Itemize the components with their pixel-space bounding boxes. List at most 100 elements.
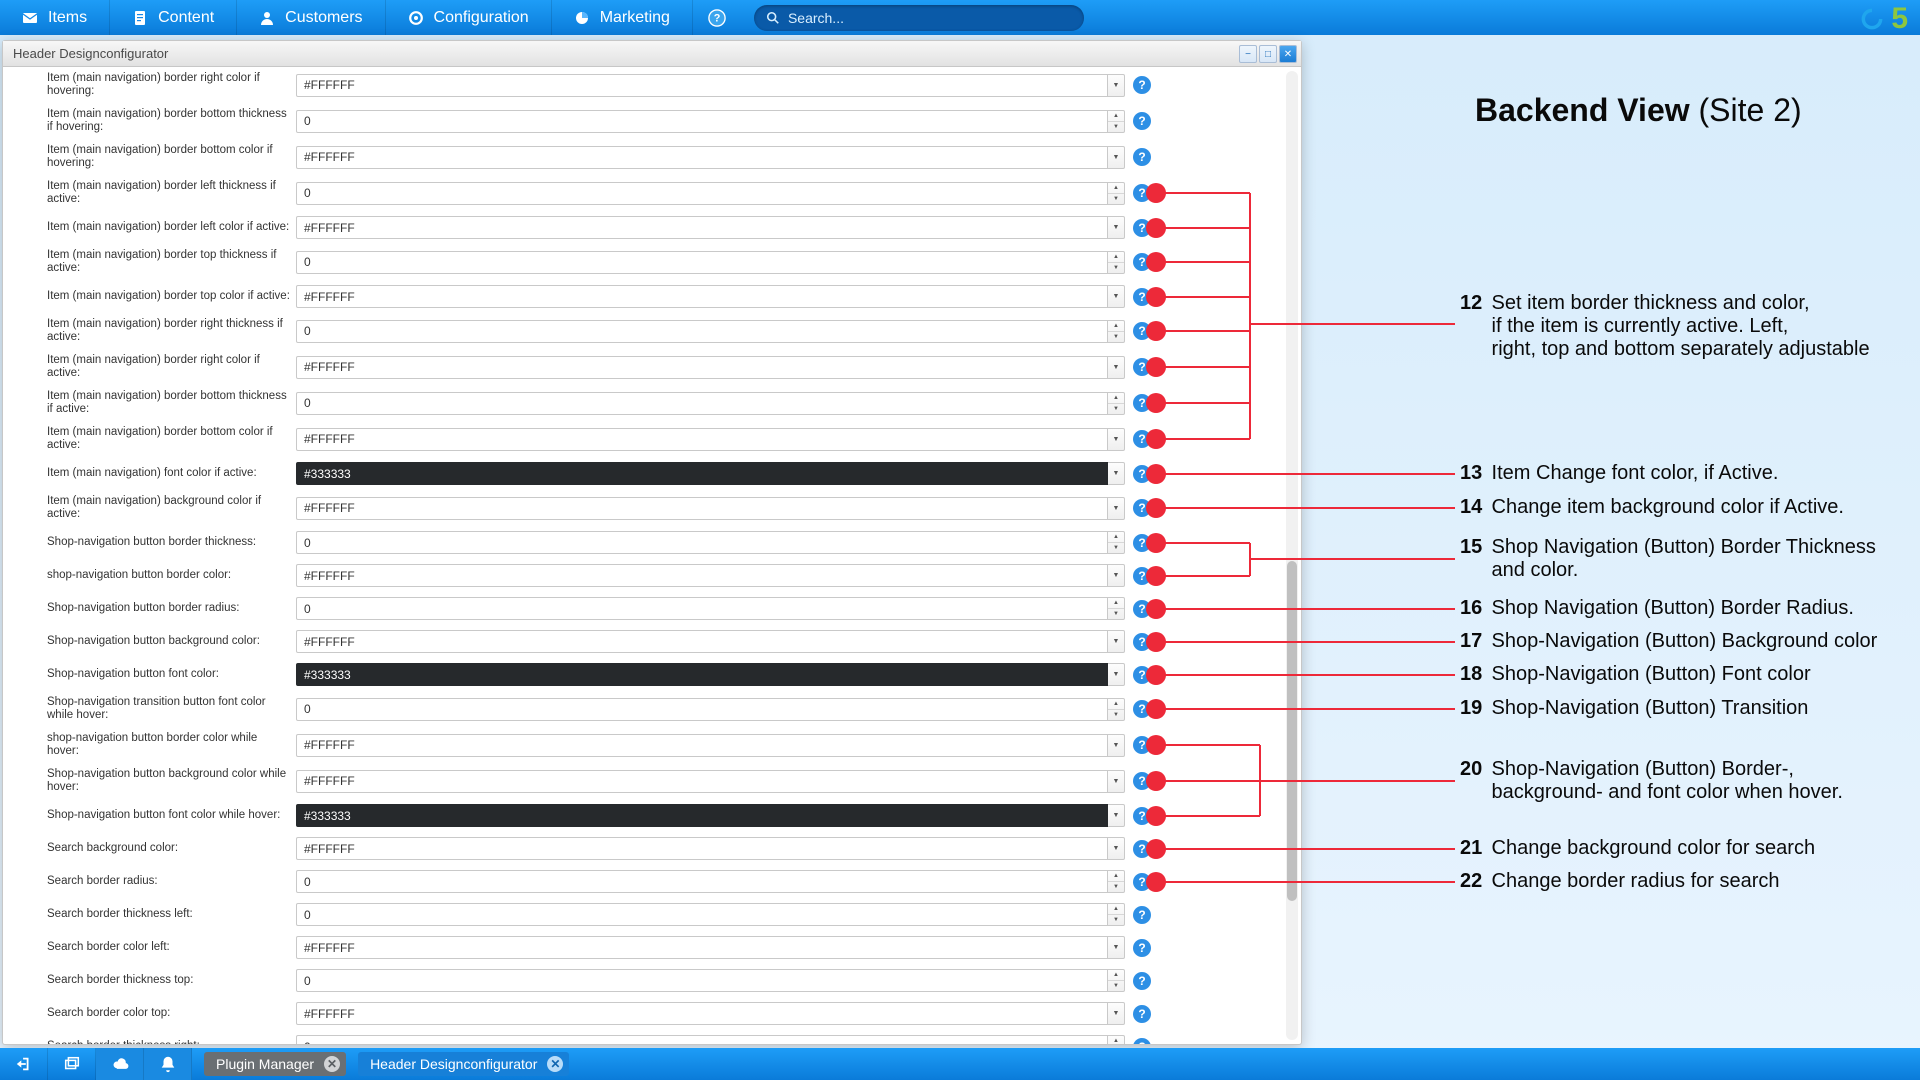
field-help-button[interactable]: ?	[1133, 700, 1151, 718]
color-dropdown-trigger[interactable]: ▼	[1108, 216, 1125, 239]
form-scrollbar[interactable]	[1286, 71, 1298, 1040]
number-input[interactable]	[296, 870, 1108, 893]
number-spinner[interactable]: ▲▼	[1108, 110, 1125, 133]
number-input[interactable]	[296, 1035, 1108, 1044]
number-spinner[interactable]: ▲▼	[1108, 182, 1125, 205]
field-help-button[interactable]: ?	[1133, 906, 1151, 924]
color-dropdown-trigger[interactable]: ▼	[1108, 564, 1125, 587]
number-spinner[interactable]: ▲▼	[1108, 392, 1125, 415]
field-help-button[interactable]: ?	[1133, 972, 1151, 990]
color-input[interactable]	[296, 663, 1108, 686]
color-input[interactable]	[296, 146, 1108, 169]
color-input[interactable]	[296, 497, 1108, 520]
color-dropdown-trigger[interactable]: ▼	[1108, 356, 1125, 379]
color-dropdown-trigger[interactable]: ▼	[1108, 428, 1125, 451]
number-input[interactable]	[296, 698, 1108, 721]
taskbar-bell[interactable]	[144, 1048, 192, 1080]
number-input[interactable]	[296, 392, 1108, 415]
number-spinner[interactable]: ▲▼	[1108, 698, 1125, 721]
color-input[interactable]	[296, 564, 1108, 587]
color-input[interactable]	[296, 770, 1108, 793]
number-input[interactable]	[296, 320, 1108, 343]
number-spinner[interactable]: ▲▼	[1108, 251, 1125, 274]
field-help-button[interactable]: ?	[1133, 633, 1151, 651]
color-dropdown-trigger[interactable]: ▼	[1108, 1002, 1125, 1025]
field-help-button[interactable]: ?	[1133, 873, 1151, 891]
color-dropdown-trigger[interactable]: ▼	[1108, 804, 1125, 827]
close-icon[interactable]: ✕	[324, 1056, 340, 1072]
field-help-button[interactable]: ?	[1133, 465, 1151, 483]
color-input[interactable]	[296, 936, 1108, 959]
field-help-button[interactable]: ?	[1133, 1038, 1151, 1045]
color-input[interactable]	[296, 734, 1108, 757]
field-help-button[interactable]: ?	[1133, 430, 1151, 448]
color-dropdown-trigger[interactable]: ▼	[1108, 497, 1125, 520]
color-dropdown-trigger[interactable]: ▼	[1108, 74, 1125, 97]
color-dropdown-trigger[interactable]: ▼	[1108, 462, 1125, 485]
color-dropdown-trigger[interactable]: ▼	[1108, 734, 1125, 757]
field-help-button[interactable]: ?	[1133, 322, 1151, 340]
color-input[interactable]	[296, 285, 1108, 308]
window-close-button[interactable]: ✕	[1279, 45, 1297, 63]
field-help-button[interactable]: ?	[1133, 772, 1151, 790]
menu-configuration[interactable]: Configuration	[386, 0, 552, 35]
menu-help[interactable]: ?	[705, 6, 729, 30]
number-spinner[interactable]: ▲▼	[1108, 870, 1125, 893]
field-help-button[interactable]: ?	[1133, 600, 1151, 618]
number-spinner[interactable]: ▲▼	[1108, 1035, 1125, 1044]
field-help-button[interactable]: ?	[1133, 840, 1151, 858]
taskbar-windows[interactable]	[48, 1048, 96, 1080]
search-input[interactable]	[788, 10, 1072, 26]
color-dropdown-trigger[interactable]: ▼	[1108, 285, 1125, 308]
number-spinner[interactable]: ▲▼	[1108, 320, 1125, 343]
field-help-button[interactable]: ?	[1133, 253, 1151, 271]
number-input[interactable]	[296, 597, 1108, 620]
menu-marketing[interactable]: Marketing	[552, 0, 693, 35]
color-input[interactable]	[296, 74, 1108, 97]
number-input[interactable]	[296, 251, 1108, 274]
number-input[interactable]	[296, 969, 1108, 992]
field-help-button[interactable]: ?	[1133, 112, 1151, 130]
taskbar-cloud[interactable]	[96, 1048, 144, 1080]
taskbar-tab-header-designconfigurator[interactable]: Header Designconfigurator✕	[358, 1052, 569, 1076]
number-spinner[interactable]: ▲▼	[1108, 903, 1125, 926]
color-input[interactable]	[296, 462, 1108, 485]
field-help-button[interactable]: ?	[1133, 666, 1151, 684]
color-dropdown-trigger[interactable]: ▼	[1108, 146, 1125, 169]
number-input[interactable]	[296, 531, 1108, 554]
menu-customers[interactable]: Customers	[237, 0, 385, 35]
color-dropdown-trigger[interactable]: ▼	[1108, 936, 1125, 959]
color-input[interactable]	[296, 1002, 1108, 1025]
taskbar-logout[interactable]	[0, 1048, 48, 1080]
field-help-button[interactable]: ?	[1133, 288, 1151, 306]
close-icon[interactable]: ✕	[547, 1056, 563, 1072]
field-help-button[interactable]: ?	[1133, 736, 1151, 754]
color-dropdown-trigger[interactable]: ▼	[1108, 770, 1125, 793]
color-dropdown-trigger[interactable]: ▼	[1108, 837, 1125, 860]
field-help-button[interactable]: ?	[1133, 567, 1151, 585]
color-dropdown-trigger[interactable]: ▼	[1108, 663, 1125, 686]
number-spinner[interactable]: ▲▼	[1108, 969, 1125, 992]
field-help-button[interactable]: ?	[1133, 394, 1151, 412]
number-spinner[interactable]: ▲▼	[1108, 597, 1125, 620]
field-help-button[interactable]: ?	[1133, 807, 1151, 825]
field-help-button[interactable]: ?	[1133, 1005, 1151, 1023]
number-spinner[interactable]: ▲▼	[1108, 531, 1125, 554]
field-help-button[interactable]: ?	[1133, 534, 1151, 552]
scrollbar-thumb[interactable]	[1287, 561, 1297, 901]
number-input[interactable]	[296, 182, 1108, 205]
window-maximize-button[interactable]: □	[1259, 45, 1277, 63]
number-input[interactable]	[296, 903, 1108, 926]
field-help-button[interactable]: ?	[1133, 499, 1151, 517]
window-minimize-button[interactable]: −	[1239, 45, 1257, 63]
color-dropdown-trigger[interactable]: ▼	[1108, 630, 1125, 653]
field-help-button[interactable]: ?	[1133, 148, 1151, 166]
field-help-button[interactable]: ?	[1133, 939, 1151, 957]
field-help-button[interactable]: ?	[1133, 358, 1151, 376]
field-help-button[interactable]: ?	[1133, 184, 1151, 202]
field-help-button[interactable]: ?	[1133, 76, 1151, 94]
window-titlebar[interactable]: Header Designconfigurator − □ ✕	[3, 41, 1301, 67]
field-help-button[interactable]: ?	[1133, 219, 1151, 237]
menu-content[interactable]: Content	[110, 0, 237, 35]
color-input[interactable]	[296, 216, 1108, 239]
